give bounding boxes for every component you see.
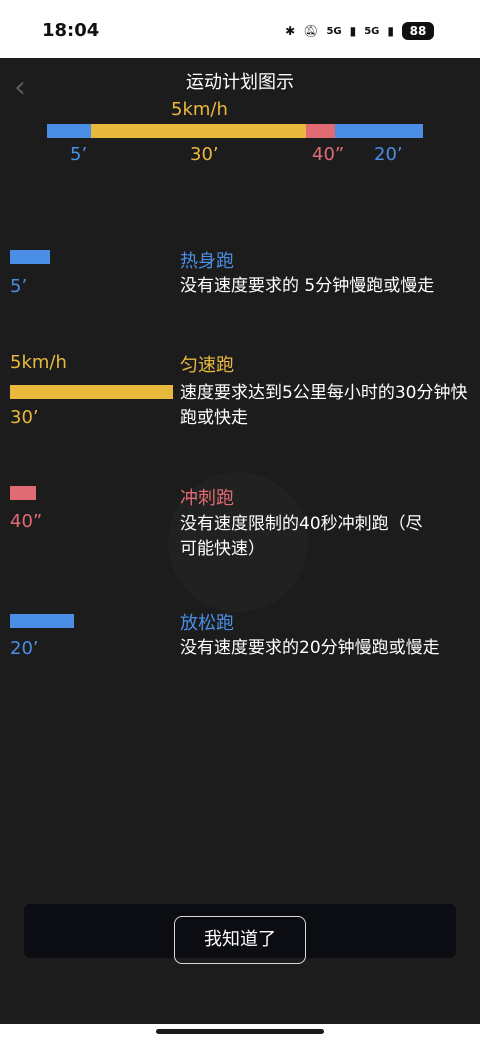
home-indicator[interactable] — [156, 1029, 324, 1034]
battery-icon: 88 — [402, 22, 434, 40]
warmup-duration: 5’ — [10, 276, 28, 297]
warmup-title: 热身跑 — [180, 251, 234, 272]
signal-5g-2: 5G — [364, 25, 380, 37]
warmup-desc: 没有速度要求的 5分钟慢跑或慢走 — [180, 276, 435, 296]
page-title: 运动计划图示 — [186, 72, 294, 93]
plan-segment-sprint — [306, 124, 335, 138]
plan-segment-cooldown — [335, 124, 423, 138]
plan-segment-label: 40” — [312, 144, 345, 165]
steady-title: 匀速跑 — [180, 355, 234, 376]
sprint-title: 冲刺跑 — [180, 488, 234, 509]
plan-segment-steady — [91, 124, 306, 138]
cooldown-title: 放松跑 — [180, 613, 234, 634]
signal-5g-1: 5G — [326, 25, 342, 37]
sprint-bar — [10, 486, 36, 500]
status-icons: ✱ 🔕︎ 5G ▮ 5G ▮ 88 — [285, 22, 434, 40]
sprint-duration: 40” — [10, 511, 43, 532]
plan-speed-label: 5km/h — [171, 99, 228, 120]
sprint-desc: 没有速度限制的40秒冲刺跑（尽可能快速） — [180, 514, 423, 559]
warmup-bar — [10, 250, 50, 264]
mute-icon: 🔕︎ — [303, 24, 319, 38]
steady-speed-label: 5km/h — [10, 352, 67, 373]
steady-bar — [10, 385, 173, 399]
cooldown-duration: 20’ — [10, 638, 39, 659]
signal-bars-icon-2: ▮ — [387, 24, 394, 38]
plan-segment-label: 20’ — [374, 144, 403, 165]
plan-segment-label: 5’ — [70, 144, 88, 165]
steady-duration: 30’ — [10, 407, 39, 428]
status-time: 18:04 — [42, 20, 100, 41]
plan-timeline-bar — [47, 124, 423, 138]
steady-desc: 速度要求达到5公里每小时的30分钟快跑或快走 — [180, 383, 468, 428]
plan-segment-warmup — [47, 124, 91, 138]
cooldown-bar — [10, 614, 74, 628]
got-it-button[interactable]: 我知道了 — [174, 916, 306, 964]
status-bar: 18:04 ✱ 🔕︎ 5G ▮ 5G ▮ 88 — [0, 0, 480, 58]
plan-segment-label: 30’ — [190, 144, 219, 165]
bluetooth-icon: ✱ — [285, 24, 296, 38]
cooldown-desc: 没有速度要求的20分钟慢跑或慢走 — [180, 638, 440, 658]
signal-bars-icon-1: ▮ — [349, 24, 357, 38]
